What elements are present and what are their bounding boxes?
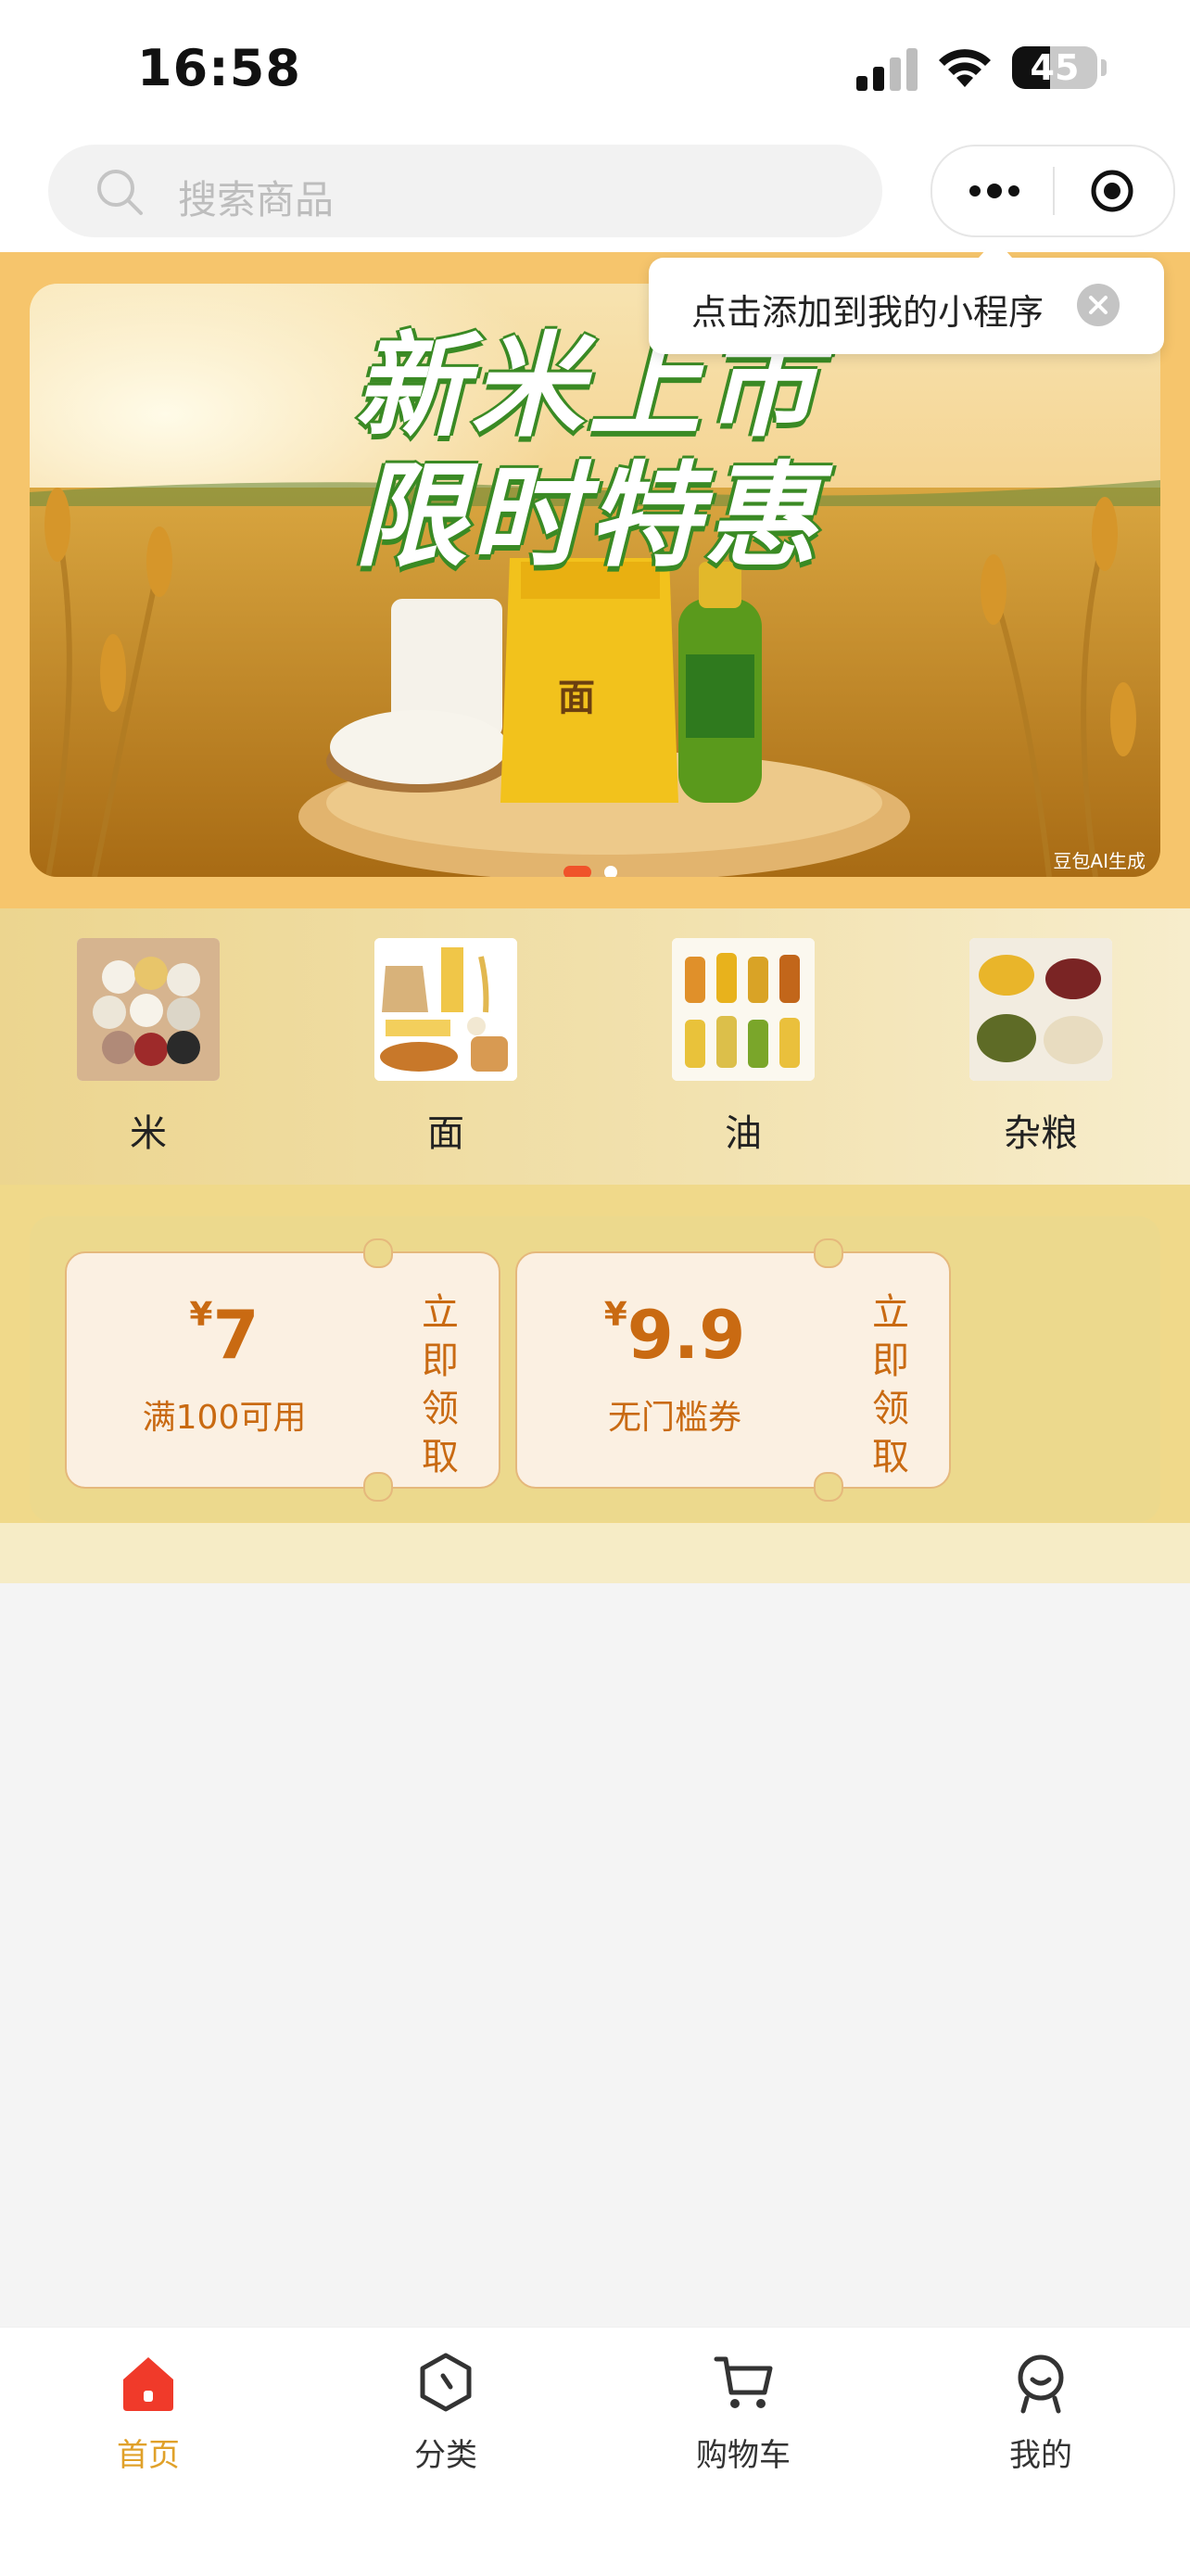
tab-home[interactable]: 首页 [56,2350,241,2475]
search-placeholder: 搜索商品 [178,177,335,222]
home-icon [123,2357,173,2411]
coupon-card[interactable]: ¥9.9 无门槛券 立 即 领 取 [515,1238,951,1502]
search-input[interactable]: 搜索商品 [48,145,882,237]
tab-label: 我的 [1009,2437,1072,2474]
status-time: 16:58 [137,39,301,97]
coupon-notch [363,1472,393,1502]
more-icon[interactable] [968,180,1021,202]
battery-percent: 45 [1030,47,1080,88]
miniprogram-capsule [930,145,1175,237]
coupon-card[interactable]: ¥7 满100可用 立 即 领 取 [65,1238,500,1502]
cellular-signal-icon [856,46,919,91]
coupon-notch [814,1238,843,1268]
status-bar: 16:58 45 [0,0,1190,139]
tab-category[interactable]: 分类 [353,2350,538,2475]
banner-dot-active[interactable] [563,866,591,877]
battery-icon: 45 [1012,46,1097,89]
claim-char: 即 [872,1339,909,1382]
tab-profile[interactable]: 我的 [948,2350,1133,2475]
tooltip-close-icon[interactable] [1077,284,1120,326]
claim-char: 领 [422,1388,459,1430]
search-icon [97,170,143,215]
battery-tip [1101,59,1107,76]
bottom-tab-bar: 首页 分类 购物车 我的 [0,2327,1190,2576]
add-miniprogram-tooltip: 点击添加到我的小程序 [649,239,1164,354]
claim-char: 取 [872,1436,909,1478]
profile-icon [1018,2354,1064,2414]
close-miniprogram-icon[interactable] [1090,169,1134,213]
coupon-currency: ¥ [189,1296,213,1334]
coupon-amount: 9.9 [627,1296,746,1374]
coupon-currency: ¥ [603,1296,627,1334]
category-label: 米 [130,1112,167,1155]
cooking-oil-image [672,938,815,1081]
tab-label: 购物车 [696,2437,791,2474]
section-divider-strip [0,1523,1190,1583]
category-rice[interactable]: 米 [74,938,222,1157]
coupon-area: ¥7 满100可用 立 即 领 取 ¥9.9 无门槛券 立 即 领 取 [0,1185,1190,1523]
coupon-panel: ¥7 满100可用 立 即 领 取 ¥9.9 无门槛券 立 即 领 取 [30,1216,1160,1522]
banner-title-line2: 限时特惠 [354,450,821,582]
tab-label: 首页 [117,2437,180,2474]
coupon-notch [814,1472,843,1502]
category-icon [420,2353,472,2412]
coupon-price: ¥9.9 [517,1296,832,1374]
tab-label: 分类 [414,2437,477,2474]
rice-grains-image [77,938,220,1081]
coupon-price: ¥7 [67,1296,382,1374]
claim-char: 即 [422,1339,459,1382]
banner-watermark: 豆包AI生成 [1053,850,1146,872]
coupon-notch [363,1238,393,1268]
claim-coupon-button[interactable]: 立 即 领 取 [867,1288,914,1481]
category-grid: 米 面 油 杂粮 [0,908,1190,1185]
category-label: 面 [427,1112,464,1155]
category-grains[interactable]: 杂粮 [967,938,1115,1157]
wifi-icon [939,49,991,87]
svg-text:面: 面 [558,676,595,719]
category-label: 杂粮 [1004,1112,1078,1155]
cart-icon [714,2356,773,2408]
category-oil[interactable]: 油 [669,938,817,1157]
search-row: 搜索商品 [0,139,1190,252]
mixed-grains-image [969,938,1112,1081]
claim-char: 取 [422,1436,459,1478]
claim-char: 立 [872,1291,909,1334]
category-noodles[interactable]: 面 [372,938,520,1157]
coupon-amount: 7 [212,1296,260,1374]
tooltip-text: 点击添加到我的小程序 [691,292,1044,333]
banner-dot[interactable] [604,866,617,877]
claim-coupon-button[interactable]: 立 即 领 取 [417,1288,463,1481]
category-label: 油 [725,1112,762,1155]
capsule-divider [1053,167,1055,215]
coupon-condition: 满100可用 [142,1399,307,1437]
flour-bread-image [374,938,517,1081]
promo-banner[interactable]: 面 新米上市 限时特惠 豆包AI生成 [30,284,1160,877]
coupon-condition: 无门槛券 [607,1399,741,1437]
claim-char: 立 [422,1291,459,1334]
tab-cart[interactable]: 购物车 [651,2350,836,2475]
claim-char: 领 [872,1388,909,1430]
